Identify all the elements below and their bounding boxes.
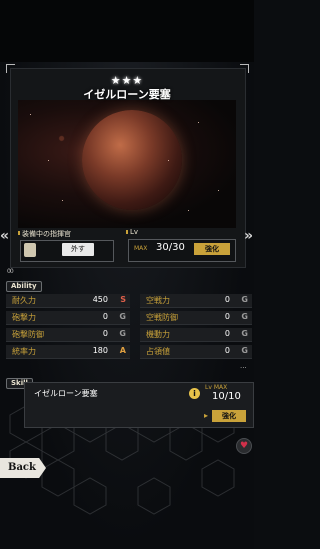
ship-image <box>18 100 236 228</box>
status-bar-area <box>0 0 254 62</box>
max-tag: MAX <box>134 245 148 252</box>
stat-row: 砲撃力 0 G <box>6 311 130 325</box>
stat-value: 0 <box>224 312 230 321</box>
star-dot <box>218 190 219 191</box>
overflow-mark: 00 <box>7 268 14 275</box>
stat-row: 機動力 0 G <box>140 328 252 342</box>
enhance-button[interactable]: 強化 <box>194 243 230 255</box>
stat-row: 空戦防御 0 G <box>140 311 252 325</box>
stat-name: 砲撃力 <box>12 313 36 322</box>
stat-rank: G <box>119 312 126 321</box>
level-label: Lv <box>125 228 139 236</box>
star-dot <box>168 160 169 161</box>
star-dot <box>30 114 31 115</box>
star-dot <box>198 122 199 123</box>
commander-label: 装備中の指揮官 <box>18 230 71 238</box>
stat-value: 450 <box>92 295 108 304</box>
stat-row: 耐久力 450 S <box>6 294 130 308</box>
back-button[interactable]: Back <box>0 458 46 478</box>
commander-portrait-icon <box>24 243 36 257</box>
stat-rank: S <box>120 295 126 304</box>
stat-rank: G <box>241 312 248 321</box>
stat-value: 0 <box>224 346 230 355</box>
ability-more-indicator[interactable]: ... <box>240 362 247 370</box>
info-icon[interactable]: i <box>189 388 200 399</box>
stat-name: 機動力 <box>146 330 170 339</box>
stat-name: 空戦力 <box>146 296 170 305</box>
stat-value: 0 <box>102 329 108 338</box>
stat-row: 統率力 180 A <box>6 345 130 359</box>
stat-rank: G <box>241 329 248 338</box>
stat-value: 0 <box>224 329 230 338</box>
skill-level-label: Lv MAX <box>205 384 228 391</box>
fortress-planet-image <box>82 110 182 210</box>
stat-value: 0 <box>102 312 108 321</box>
stat-name: 占領値 <box>146 347 170 356</box>
prev-ship-arrow-icon[interactable]: « <box>0 228 9 244</box>
stat-row: 砲撃防御 0 G <box>6 328 130 342</box>
stat-row: 空戦力 0 G <box>140 294 252 308</box>
skill-level-value: 10/10 <box>212 391 241 402</box>
skill-enhance-button[interactable]: 強化 <box>204 410 246 422</box>
stat-rank: G <box>119 329 126 338</box>
star-dot <box>62 200 63 201</box>
heart-icon[interactable]: ♥ <box>236 438 252 454</box>
stat-name: 砲撃防御 <box>12 330 44 339</box>
stat-row: 占領値 0 G <box>140 345 252 359</box>
stat-name: 耐久力 <box>12 296 36 305</box>
stat-value: 180 <box>92 346 108 355</box>
stat-name: 統率力 <box>12 347 36 356</box>
level-section: Lv MAX 30/30 強化 <box>125 228 236 262</box>
stat-rank: A <box>119 346 126 355</box>
stat-rank: G <box>241 295 248 304</box>
level-value: 30/30 <box>156 242 185 253</box>
ship-name: イゼルローン要塞 <box>83 88 171 101</box>
stat-rank: G <box>241 346 248 355</box>
star-dot <box>48 160 49 161</box>
stat-value: 0 <box>224 295 230 304</box>
commander-section: 装備中の指揮官 外す <box>18 228 114 262</box>
next-ship-arrow-icon[interactable]: » <box>244 228 253 244</box>
unequip-button[interactable]: 外す <box>62 243 94 256</box>
stat-name: 空戦防御 <box>146 313 178 322</box>
ability-panel: 耐久力 450 S 空戦力 0 G 砲撃力 0 G 空戦防御 0 G 砲撃防御 … <box>6 290 252 370</box>
star-dot <box>188 210 189 211</box>
skill-name: イゼルローン要塞 <box>34 389 98 398</box>
